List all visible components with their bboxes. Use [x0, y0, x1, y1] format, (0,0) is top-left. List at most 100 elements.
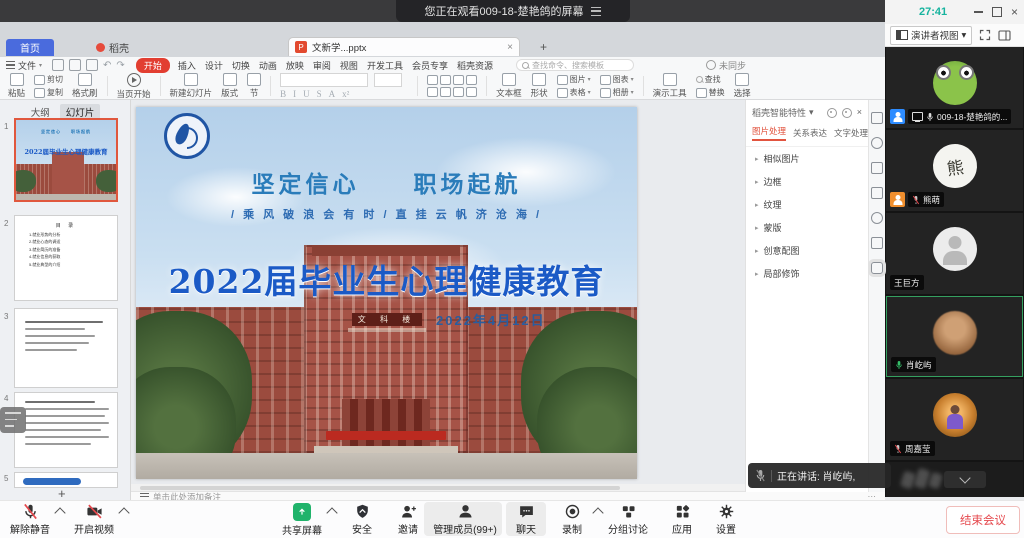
numbered-list-icon[interactable]	[440, 87, 451, 97]
restore-icon[interactable]	[992, 7, 1002, 17]
menu-slideshow[interactable]: 放映	[286, 59, 304, 72]
participant-tile[interactable]: 王巨方	[886, 213, 1023, 294]
menu-devtools[interactable]: 开发工具	[367, 59, 403, 72]
new-tab-button[interactable]: +	[540, 40, 547, 54]
slide-thumbnail-4[interactable]	[14, 392, 118, 468]
menu-docer-resources[interactable]: 稻壳资源	[457, 59, 493, 72]
slide-thumbnail-5[interactable]	[14, 472, 118, 488]
select-button[interactable]: 选择	[734, 73, 751, 99]
close-icon[interactable]: ×	[1011, 6, 1018, 18]
font-size-select[interactable]	[374, 73, 402, 87]
panel-item-local-retouch[interactable]: ▸局部修饰	[746, 262, 868, 285]
find-button[interactable]: 查找	[696, 74, 725, 85]
replace-button[interactable]: 替换	[696, 87, 725, 98]
slide-thumbnail-2[interactable]: 目 录 1.就业形势的分析 2.就业心态的调适 3.就业简历的准备 4.就业信息…	[14, 215, 118, 301]
menu-review[interactable]: 审阅	[313, 59, 331, 72]
layout-button[interactable]: 版式	[221, 73, 238, 99]
format-painter-button[interactable]: 格式刷	[72, 73, 98, 99]
design-icon[interactable]	[871, 162, 883, 174]
bullet-list-icon[interactable]	[427, 87, 438, 97]
fullscreen-icon[interactable]	[979, 29, 991, 41]
tab-outline[interactable]: 大纲	[31, 105, 50, 119]
tab-text-processing[interactable]: 文字处理	[834, 127, 868, 139]
menu-design[interactable]: 设计	[205, 59, 223, 72]
menu-transition[interactable]: 切换	[232, 59, 250, 72]
album-button[interactable]: 相册▾	[600, 87, 634, 98]
banner-menu-icon[interactable]	[591, 7, 601, 16]
assistant-icon[interactable]	[871, 262, 883, 274]
minimize-icon[interactable]	[974, 11, 983, 13]
italic-button[interactable]: I	[293, 89, 296, 99]
wps-home-tab[interactable]: 首页	[6, 39, 54, 56]
menu-member[interactable]: 会员专享	[412, 59, 448, 72]
font-color-button[interactable]: A	[329, 89, 336, 99]
copy-button[interactable]: 复制	[34, 87, 63, 98]
camera-icon[interactable]	[871, 237, 883, 249]
font-name-select[interactable]	[280, 73, 368, 87]
output-icon[interactable]	[69, 59, 81, 71]
record-button[interactable]: 录制	[546, 503, 598, 536]
tab-relation-express[interactable]: 关系表达	[793, 127, 827, 139]
panel-item-mask[interactable]: ▸蒙版	[746, 216, 868, 239]
picture-button[interactable]: 图片▾	[557, 74, 591, 85]
unmute-button[interactable]: 解除静音	[4, 503, 56, 536]
print-icon[interactable]	[86, 59, 98, 71]
share-screen-button[interactable]: 共享屏幕	[276, 503, 328, 537]
animation-icon[interactable]	[871, 137, 883, 149]
bold-button[interactable]: B	[280, 89, 286, 99]
breakout-button[interactable]: 分组讨论	[602, 503, 654, 536]
panel-item-similar-pictures[interactable]: ▸相似图片	[746, 147, 868, 170]
properties-icon[interactable]	[871, 112, 883, 124]
help-icon[interactable]	[871, 212, 883, 224]
manage-members-button[interactable]: 管理成员(99+)	[437, 503, 493, 536]
file-menu[interactable]: 文件 ▾	[6, 59, 42, 72]
security-button[interactable]: 安全	[336, 503, 388, 536]
scrollbar-thumb[interactable]	[140, 486, 620, 490]
side-by-side-icon[interactable]	[998, 30, 1011, 41]
cut-button[interactable]: 剪切	[34, 74, 63, 85]
smartart-icon[interactable]	[466, 87, 477, 97]
chat-button[interactable]: 聊天	[500, 503, 552, 536]
present-tools-button[interactable]: 演示工具	[653, 73, 687, 99]
align-left-icon[interactable]	[427, 75, 438, 85]
line-spacing-icon[interactable]	[466, 75, 477, 85]
align-right-icon[interactable]	[453, 75, 464, 85]
slide-thumbnail-3[interactable]	[14, 308, 118, 388]
paste-button[interactable]: 粘贴	[8, 73, 25, 99]
undo-icon[interactable]: ↶	[103, 60, 111, 71]
wps-docer-tab[interactable]: 稻壳	[96, 39, 129, 56]
participant-tile-active-speaker[interactable]: 肖屹屿	[886, 296, 1023, 377]
collapse-panel-button[interactable]	[944, 471, 986, 488]
participant-tile[interactable]: 周嘉莹	[886, 379, 1023, 460]
save-icon[interactable]	[52, 59, 64, 71]
close-panel-icon[interactable]: ×	[857, 108, 862, 117]
command-search-input[interactable]: 查找命令、搜索模板	[516, 59, 634, 71]
tab-picture-processing[interactable]: 图片处理	[752, 125, 786, 141]
end-meeting-button[interactable]: 结束会议	[946, 506, 1020, 534]
align-center-icon[interactable]	[440, 75, 451, 85]
current-slide[interactable]: 文 科 楼 坚定信心 职场起航 / 乘 风 破 浪 会 有 时 / 直 挂 云 …	[136, 107, 637, 479]
clipboard-icon[interactable]	[871, 187, 883, 199]
settings-icon[interactable]	[827, 108, 837, 118]
menu-animation[interactable]: 动画	[259, 59, 277, 72]
slide-thumbnail-1[interactable]: 坚定信心 职场起航 2022届毕业生心理健康教育	[14, 118, 118, 202]
speaker-view-button[interactable]: 演讲者视图 ▾	[890, 26, 972, 45]
menu-start[interactable]: 开始	[136, 58, 170, 73]
menu-view[interactable]: 视图	[340, 59, 358, 72]
superscript-button[interactable]: x²	[342, 89, 349, 99]
panel-item-border[interactable]: ▸边框	[746, 170, 868, 193]
strike-button[interactable]: S	[317, 89, 322, 99]
section-button[interactable]: 节	[247, 73, 261, 99]
redo-icon[interactable]: ↷	[116, 60, 124, 71]
settings-button[interactable]: 设置	[700, 503, 752, 536]
panel-item-texture[interactable]: ▸纹理	[746, 193, 868, 216]
sync-status[interactable]: 未同步	[706, 59, 746, 72]
panel-item-creative-pictures[interactable]: ▸创意配图	[746, 239, 868, 262]
menu-insert[interactable]: 插入	[178, 59, 196, 72]
chart-button[interactable]: 图表▾	[600, 74, 634, 85]
bell-icon[interactable]	[842, 108, 852, 118]
close-tab-icon[interactable]: ×	[507, 42, 513, 53]
wps-document-tab[interactable]: P 文新学...pptx ×	[288, 37, 520, 56]
participant-tile[interactable]: 009-18-楚艳鸽的...	[886, 47, 1023, 128]
textbox-button[interactable]: 文本框	[496, 73, 522, 99]
